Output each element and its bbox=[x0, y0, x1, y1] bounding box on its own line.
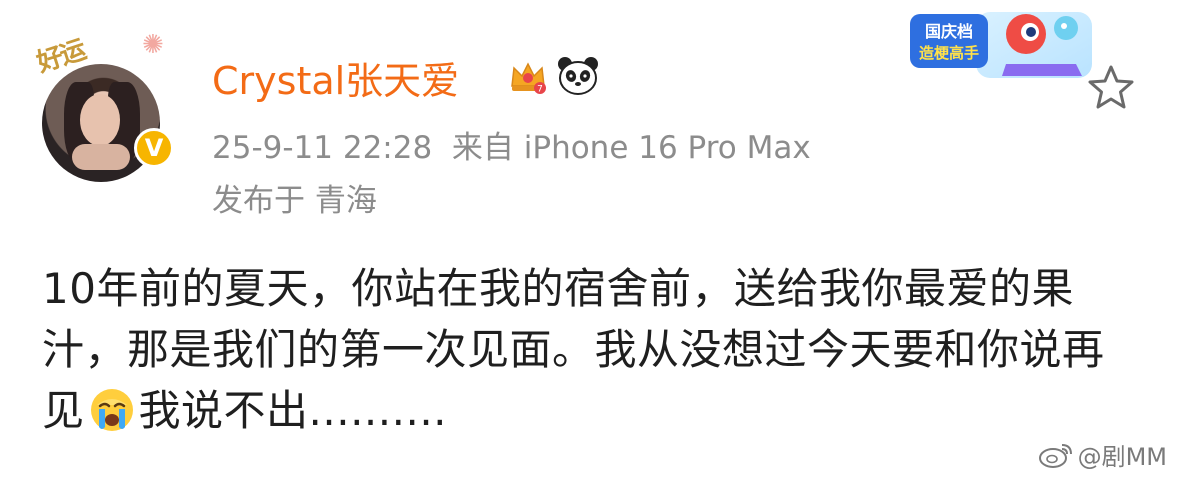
watermark: @剧MM bbox=[1038, 437, 1167, 472]
post-source: 来自 iPhone 16 Pro Max bbox=[451, 130, 811, 166]
post-text-part2: 我说不出.......... bbox=[138, 386, 448, 435]
avatar-container[interactable]: 好运 ✺ V bbox=[30, 22, 180, 182]
crying-emoji-icon bbox=[90, 389, 133, 431]
watermark-text: @剧MM bbox=[1077, 443, 1167, 471]
post-meta: 25-9-11 22:28 来自 iPhone 16 Pro Max bbox=[212, 122, 811, 167]
username[interactable]: Crystal张天爱 bbox=[212, 50, 459, 105]
star-icon[interactable] bbox=[1086, 62, 1136, 112]
panda-icon[interactable] bbox=[556, 54, 600, 98]
avatar-decoration-flower: ✺ bbox=[142, 30, 164, 60]
svg-text:7: 7 bbox=[537, 85, 543, 95]
vip-crown-icon[interactable]: 7 bbox=[508, 56, 548, 96]
weibo-logo-icon bbox=[1038, 443, 1072, 468]
event-badge-icon[interactable]: 国庆档 造梗高手 bbox=[906, 6, 1096, 82]
badge-line2: 造梗高手 bbox=[919, 44, 979, 62]
post-timestamp: 25-9-11 22:28 bbox=[212, 130, 433, 166]
verified-badge-icon: V bbox=[134, 128, 174, 168]
post-text: 10年前的夏天，你站在我的宿舍前，送给我你最爱的果汁，那是我们的第一次见面。我从… bbox=[42, 258, 1142, 441]
badge-line1: 国庆档 bbox=[925, 22, 973, 41]
post-location: 发布于 青海 bbox=[212, 183, 377, 219]
